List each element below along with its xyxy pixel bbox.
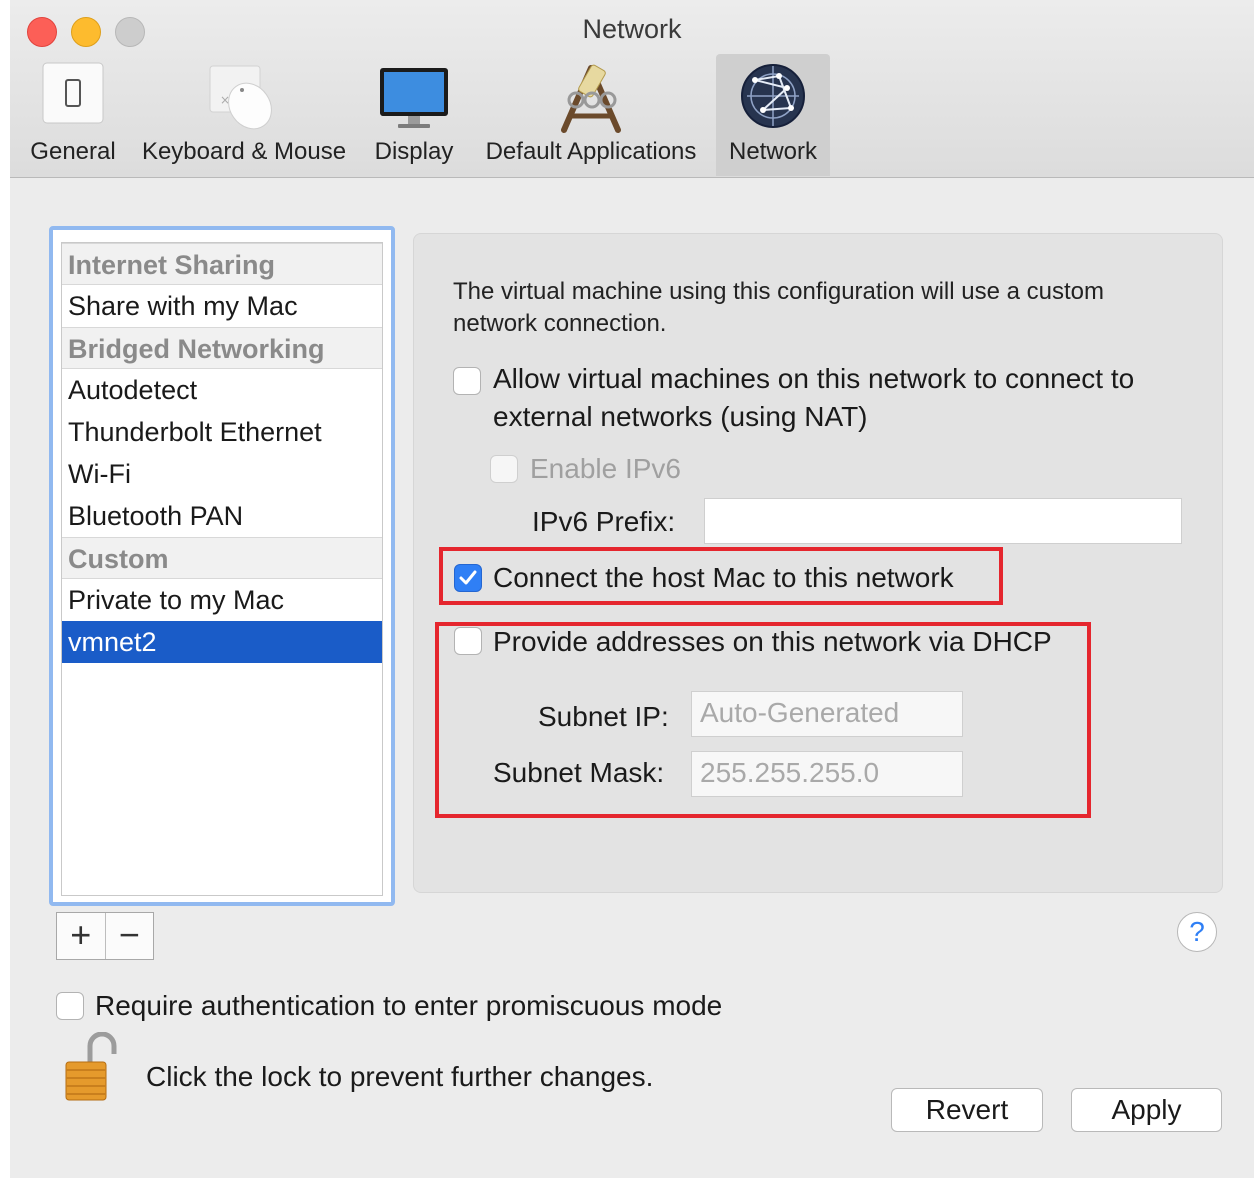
window-title: Network bbox=[582, 14, 682, 44]
list-item-selected[interactable]: vmnet2 bbox=[62, 621, 382, 663]
network-list[interactable]: Internet Sharing Share with my Mac Bridg… bbox=[61, 242, 383, 896]
subnet-ip-label: Subnet IP: bbox=[538, 701, 669, 732]
enable-ipv6-label: Enable IPv6 bbox=[530, 453, 681, 484]
toolbar-network-label: Network bbox=[728, 138, 818, 165]
toolbar-display[interactable]: Display bbox=[368, 54, 460, 176]
list-item[interactable]: Bluetooth PAN bbox=[62, 495, 382, 537]
toolbar-network[interactable]: Network bbox=[716, 54, 830, 176]
list-item[interactable]: Share with my Mac bbox=[62, 285, 382, 327]
display-icon bbox=[380, 68, 448, 128]
toolbar-keyboard-mouse-label: Keyboard & Mouse bbox=[141, 138, 347, 165]
nat-label: Allow virtual machines on this network t… bbox=[493, 363, 1135, 432]
network-settings-panel: The virtual machine using this configura… bbox=[413, 233, 1223, 893]
toolbar-default-applications[interactable]: Default Applications bbox=[472, 54, 710, 176]
connect-host-checkbox[interactable] bbox=[454, 564, 482, 592]
mouse-icon: × bbox=[209, 65, 272, 130]
toolbar-general[interactable]: General bbox=[28, 54, 118, 176]
ipv6-prefix-label: IPv6 Prefix: bbox=[532, 506, 676, 537]
add-network-button[interactable]: + bbox=[57, 913, 105, 959]
enable-ipv6-checkbox[interactable] bbox=[490, 455, 518, 483]
lock-open-icon[interactable] bbox=[64, 1032, 118, 1102]
promiscuous-checkbox[interactable] bbox=[56, 992, 84, 1020]
add-remove-control: + − bbox=[56, 912, 154, 960]
toolbar-keyboard-mouse[interactable]: × Keyboard & Mouse bbox=[134, 54, 354, 176]
subnet-ip-input[interactable]: Auto-Generated bbox=[691, 691, 963, 737]
switch-icon bbox=[42, 62, 104, 124]
ipv6-prefix-input[interactable] bbox=[704, 498, 1182, 544]
toolbar-display-label: Display bbox=[374, 138, 454, 165]
lock-message: Click the lock to prevent further change… bbox=[146, 1061, 654, 1092]
list-item[interactable]: Autodetect bbox=[62, 369, 382, 411]
subnet-mask-label: Subnet Mask: bbox=[493, 757, 665, 788]
promiscuous-label: Require authentication to enter promiscu… bbox=[95, 990, 723, 1021]
toolbar-general-label: General bbox=[30, 138, 116, 165]
title-bar: Network General × Keyboard & Mouse Displ… bbox=[10, 0, 1254, 178]
list-item[interactable]: Wi-Fi bbox=[62, 453, 382, 495]
applications-icon bbox=[561, 64, 621, 133]
list-item[interactable]: Private to my Mac bbox=[62, 579, 382, 621]
list-group-header: Custom bbox=[62, 537, 382, 579]
network-description: The virtual machine using this configura… bbox=[453, 278, 1104, 337]
list-group-header: Bridged Networking bbox=[62, 327, 382, 369]
connect-host-label: Connect the host Mac to this network bbox=[493, 562, 954, 593]
subnet-mask-input[interactable]: 255.255.255.0 bbox=[691, 751, 963, 797]
network-list-container: Internet Sharing Share with my Mac Bridg… bbox=[49, 226, 395, 906]
revert-button[interactable]: Revert bbox=[891, 1088, 1043, 1132]
globe-icon bbox=[741, 64, 805, 128]
dhcp-label: Provide addresses on this network via DH… bbox=[493, 626, 1052, 657]
remove-network-button[interactable]: − bbox=[104, 913, 154, 959]
preferences-window: Network General × Keyboard & Mouse Displ… bbox=[10, 0, 1254, 1178]
dhcp-checkbox[interactable] bbox=[454, 627, 482, 655]
checkmark-icon bbox=[459, 570, 477, 585]
toolbar-default-applications-label: Default Applications bbox=[485, 138, 697, 165]
help-button[interactable]: ? bbox=[1177, 912, 1217, 952]
apply-button[interactable]: Apply bbox=[1071, 1088, 1222, 1132]
list-item[interactable]: Thunderbolt Ethernet bbox=[62, 411, 382, 453]
list-group-header: Internet Sharing bbox=[62, 243, 382, 285]
nat-checkbox[interactable] bbox=[453, 367, 481, 395]
